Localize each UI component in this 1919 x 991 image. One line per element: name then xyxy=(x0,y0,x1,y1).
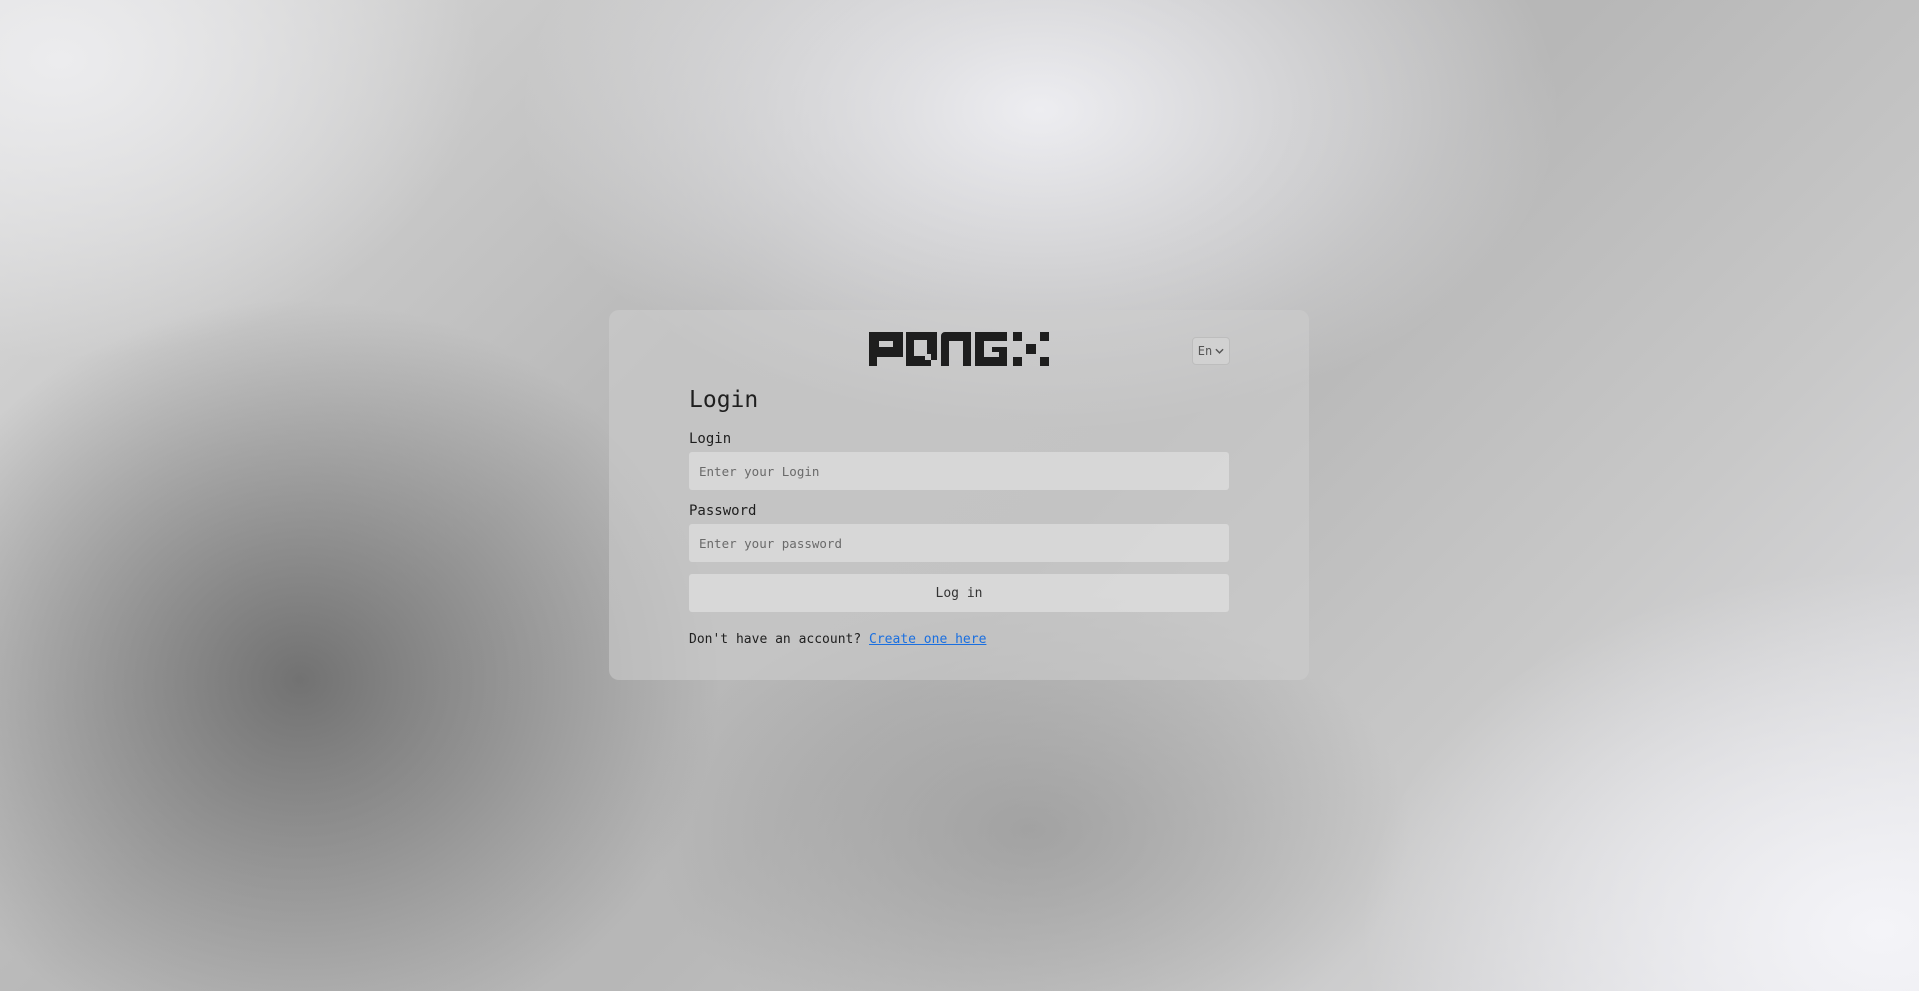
pongx-logo xyxy=(869,332,1049,366)
page-title: Login xyxy=(689,387,759,413)
login-label: Login xyxy=(689,431,732,447)
language-select[interactable]: En xyxy=(1192,337,1230,365)
login-button[interactable]: Log in xyxy=(689,574,1229,612)
password-input[interactable] xyxy=(689,524,1229,562)
signup-prompt: Don't have an account? Create one here xyxy=(689,632,1229,647)
login-card: En Login Login Password Log in Don't hav… xyxy=(609,310,1309,680)
language-selected-value: En xyxy=(1197,344,1213,358)
create-account-link[interactable]: Create one here xyxy=(869,632,986,647)
chevron-down-icon xyxy=(1215,348,1224,354)
login-form: Login Login Password Log in Don't have a… xyxy=(689,384,1229,647)
password-label: Password xyxy=(689,503,757,519)
login-input[interactable] xyxy=(689,452,1229,490)
signup-prompt-text: Don't have an account? xyxy=(689,632,862,647)
